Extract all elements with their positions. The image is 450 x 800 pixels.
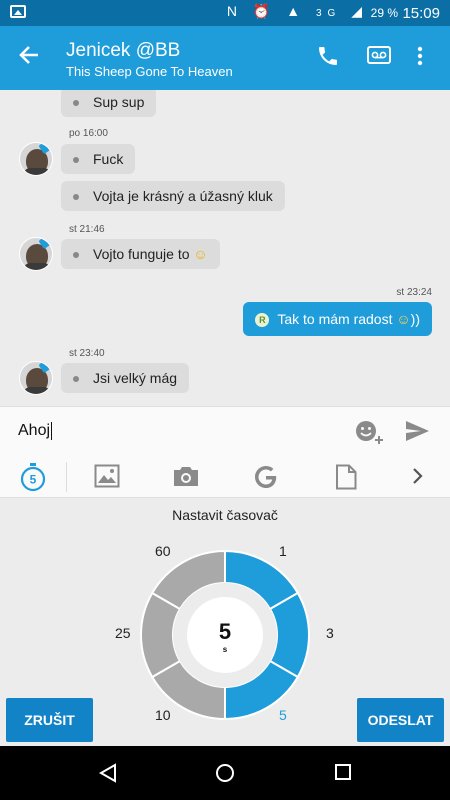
text-cursor [51, 422, 53, 440]
home-nav-icon[interactable] [215, 763, 235, 788]
message-time: st 23:40 [69, 348, 105, 359]
timer-icon[interactable]: 5 [19, 462, 47, 497]
status-bar: N ⏰ ▲ 3G ◢ 29 % 15:09 [0, 0, 450, 26]
timer-option-10[interactable]: 10 [155, 707, 171, 723]
message-bubble[interactable]: Vojto funguje to ☺ [61, 239, 220, 269]
network-type: 3G [316, 8, 342, 19]
timer-option-25[interactable]: 25 [115, 625, 131, 641]
unread-dot [73, 157, 79, 164]
add-emoji-icon[interactable] [354, 419, 386, 450]
message-bubble[interactable]: Vojta je krásný a úžasný kluk [61, 181, 285, 211]
file-icon[interactable] [335, 464, 357, 495]
navigation-bar [0, 746, 450, 800]
chat-title[interactable]: Jenicek @BB [66, 40, 180, 62]
message-time: st 23:24 [396, 287, 432, 298]
toolbar-divider [66, 462, 67, 492]
chevron-right-icon[interactable] [411, 467, 423, 490]
chat-subtitle: This Sheep Gone To Heaven [66, 64, 233, 79]
message-time: st 21:46 [69, 224, 105, 235]
gallery-icon[interactable] [94, 464, 120, 493]
compose-bar: Ahoj [0, 406, 450, 456]
unread-dot [73, 376, 79, 383]
contact-avatar[interactable] [19, 142, 53, 176]
timer-icon-value: 5 [30, 473, 37, 487]
timer-option-3[interactable]: 3 [326, 625, 334, 641]
unread-dot [73, 194, 79, 201]
smiley-emoji-icon: ☺ [193, 246, 208, 262]
message-text: Vojta je krásný a úžasný kluk [93, 188, 273, 204]
message-text: Tak to mám radost [277, 311, 393, 327]
message-text: Sup sup [93, 94, 145, 110]
phone-icon[interactable] [316, 44, 340, 73]
voicemail-icon[interactable] [366, 44, 392, 73]
image-notification-icon [10, 5, 26, 18]
contact-avatar[interactable] [19, 361, 53, 395]
camera-icon[interactable] [172, 464, 200, 493]
overflow-menu-icon[interactable] [416, 44, 424, 73]
contact-avatar[interactable] [19, 237, 53, 271]
timer-option-1[interactable]: 1 [279, 543, 287, 559]
clock: 15:09 [402, 5, 440, 22]
unread-dot [73, 252, 79, 259]
message-text: Fuck [93, 151, 124, 167]
attachment-toolbar: 5 [0, 456, 450, 498]
cancel-button[interactable]: ZRUŠIT [6, 698, 93, 742]
sent-message-bubble[interactable]: R Tak to mám radost ☺)) [243, 302, 432, 336]
message-time: po 16:00 [69, 128, 108, 139]
message-input-value: Ahoj [18, 422, 51, 440]
message-text: Jsi velký mág [93, 370, 178, 386]
send-icon[interactable] [404, 419, 430, 448]
back-nav-icon[interactable] [98, 763, 118, 788]
message-input[interactable]: Ahoj [18, 422, 53, 440]
message-bubble[interactable]: Jsi velký mág [61, 363, 190, 393]
timer-option-5[interactable]: 5 [279, 707, 287, 723]
read-receipt-badge: R [255, 313, 270, 328]
timer-panel: Nastavit časovač 5 s 60 1 25 3 10 5 ZRUŠ… [0, 498, 450, 746]
timer-center-unit: s [223, 645, 228, 654]
google-icon[interactable] [253, 464, 279, 495]
battery-percent: 29 % [370, 6, 398, 20]
message-list[interactable]: Sup sup po 16:00 Fuck Vojta je krásný a … [0, 90, 450, 406]
unread-dot [73, 100, 79, 107]
status-icons: N ⏰ ▲ 3G ◢ [226, 3, 368, 19]
timer-dial[interactable]: 5 s [140, 550, 310, 720]
back-arrow-icon[interactable] [18, 44, 40, 70]
send-button[interactable]: ODESLAT [357, 698, 444, 742]
timer-center-value: 5 [219, 619, 231, 644]
smiley-emoji-icon: ☺ [396, 311, 411, 327]
app-bar: Jenicek @BB This Sheep Gone To Heaven [0, 26, 450, 90]
message-bubble[interactable]: Sup sup [61, 90, 157, 117]
timer-panel-title: Nastavit časovač [172, 507, 278, 523]
message-bubble[interactable]: Fuck [61, 144, 136, 174]
recents-nav-icon[interactable] [334, 763, 352, 786]
timer-option-60[interactable]: 60 [155, 543, 171, 559]
message-text: Vojto funguje to [93, 246, 190, 262]
